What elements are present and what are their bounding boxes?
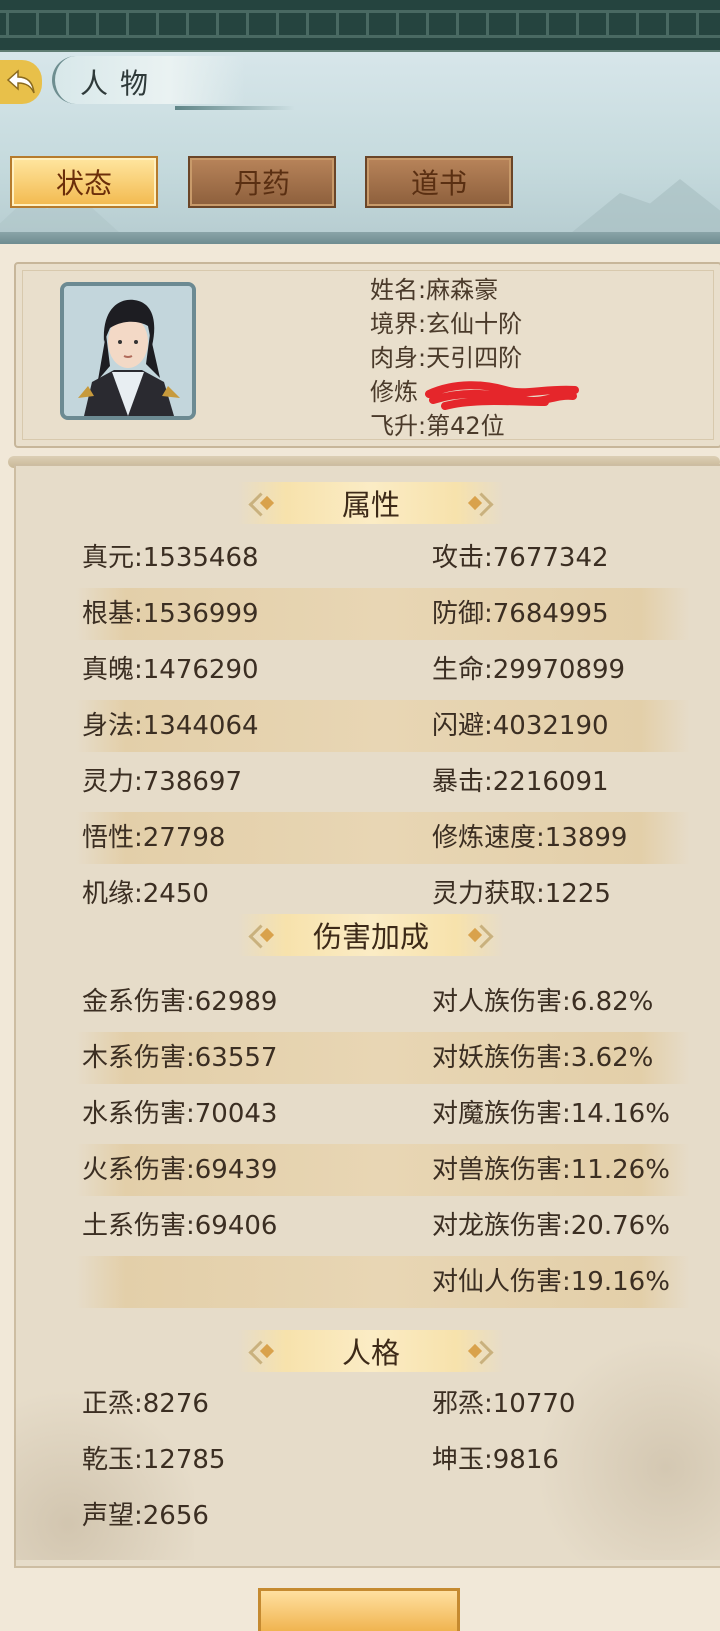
body-line: 肉身:天引四阶 [370,344,523,372]
personality-row: 声望:2656 [76,1490,690,1542]
damage-row: 火系伤害:69439 对兽族伤害:11.26% [76,1144,690,1196]
tab-label: 丹药 [233,167,290,200]
tab-pills[interactable]: 丹药 [188,156,336,208]
stat-movement: 身法:1344064 [82,711,259,741]
tab-label: 道书 [410,167,467,200]
character-portrait-icon [64,286,192,416]
damage-vs-demon: 对妖族伤害:3.62% [432,1043,654,1073]
stat-cultivation-speed: 修炼速度:13899 [432,823,628,853]
cultivation-line: 修炼 [370,378,418,406]
damage-vs-beast: 对兽族伤害:11.26% [432,1155,670,1185]
stat-row: 机缘:2450 灵力获取:1225 [76,868,690,920]
stat-row: 身法:1344064 闪避:4032190 [76,700,690,752]
realm-line: 境界:玄仙十阶 [370,310,523,338]
profile-panel [14,262,720,448]
tab-books[interactable]: 道书 [365,156,513,208]
damage-vs-dragon: 对龙族伤害:20.76% [432,1211,670,1241]
section-header-damage-bonus: 伤害加成 [238,914,504,956]
damage-row: 木系伤害:63557 对妖族伤害:3.62% [76,1032,690,1084]
stat-row: 根基:1536999 防御:7684995 [76,588,690,640]
stat-life: 生命:29970899 [432,655,626,685]
meander-pattern [0,10,720,38]
damage-water: 水系伤害:70043 [82,1099,278,1129]
damage-vs-immortal: 对仙人伤害:19.16% [432,1267,670,1297]
damage-earth: 土系伤害:69406 [82,1211,278,1241]
damage-wood: 木系伤害:63557 [82,1043,278,1073]
damage-row: 水系伤害:70043 对魔族伤害:14.16% [76,1088,690,1140]
stat-spirit-power: 灵力:738697 [82,767,243,797]
back-arrow-icon [6,69,35,94]
stat-comprehension: 悟性:27798 [82,823,226,853]
section-title: 人格 [341,1336,400,1370]
damage-metal: 金系伤害:62989 [82,987,278,1017]
header-divider [0,232,720,244]
damage-row: 金系伤害:62989 对人族伤害:6.82% [76,976,690,1028]
name-line: 姓名:麻森豪 [370,276,499,304]
stat-dodge: 闪避:4032190 [432,711,609,741]
stat-crit: 暴击:2216091 [432,767,609,797]
stat-row: 悟性:27798 修炼速度:13899 [76,812,690,864]
section-header-attributes: 属性 [238,482,504,524]
tab-status[interactable]: 状态 [10,156,158,208]
tab-label: 状态 [55,167,112,200]
personality-row: 乾玉:12785 坤玉:9816 [76,1434,690,1486]
stat-attack: 攻击:7677342 [432,543,609,573]
damage-fire: 火系伤害:69439 [82,1155,278,1185]
stat-reputation: 声望:2656 [82,1501,209,1531]
stat-defense: 防御:7684995 [432,599,609,629]
stat-foundation: 根基:1536999 [82,599,259,629]
personality-row: 正烝:8276 邪烝:10770 [76,1378,690,1430]
stat-righteous: 正烝:8276 [82,1389,209,1419]
stat-qianyu: 乾玉:12785 [82,1445,226,1475]
stat-zhenpo: 真魄:1476290 [82,655,259,685]
stat-row: 真元:1535468 攻击:7677342 [76,532,690,584]
stat-row: 灵力:738697 暴击:2216091 [76,756,690,808]
avatar[interactable] [60,282,196,420]
section-header-personality: 人格 [238,1330,504,1372]
ascension-line: 飞升:第42位 [370,412,505,440]
stat-zhenyuan: 真元:1535468 [82,543,259,573]
section-title: 属性 [341,488,400,522]
damage-row: 对仙人伤害:19.16% [76,1256,690,1308]
stat-spirit-gain: 灵力获取:1225 [432,879,611,909]
damage-vs-devil: 对魔族伤害:14.16% [432,1099,670,1129]
stat-fortune: 机缘:2450 [82,879,209,909]
bottom-action-button[interactable] [258,1588,460,1631]
damage-row: 土系伤害:69406 对龙族伤害:20.76% [76,1200,690,1252]
stat-kunyu: 坤玉:9816 [432,1445,559,1475]
page-title: 人物 [80,67,161,100]
stat-evil: 邪烝:10770 [432,1389,576,1419]
redaction-scribble [425,381,579,410]
section-title: 伤害加成 [312,920,429,954]
top-decorative-border [0,0,720,53]
back-button[interactable] [0,60,42,104]
damage-vs-human: 对人族伤害:6.82% [432,987,654,1017]
stat-row: 真魄:1476290 生命:29970899 [76,644,690,696]
